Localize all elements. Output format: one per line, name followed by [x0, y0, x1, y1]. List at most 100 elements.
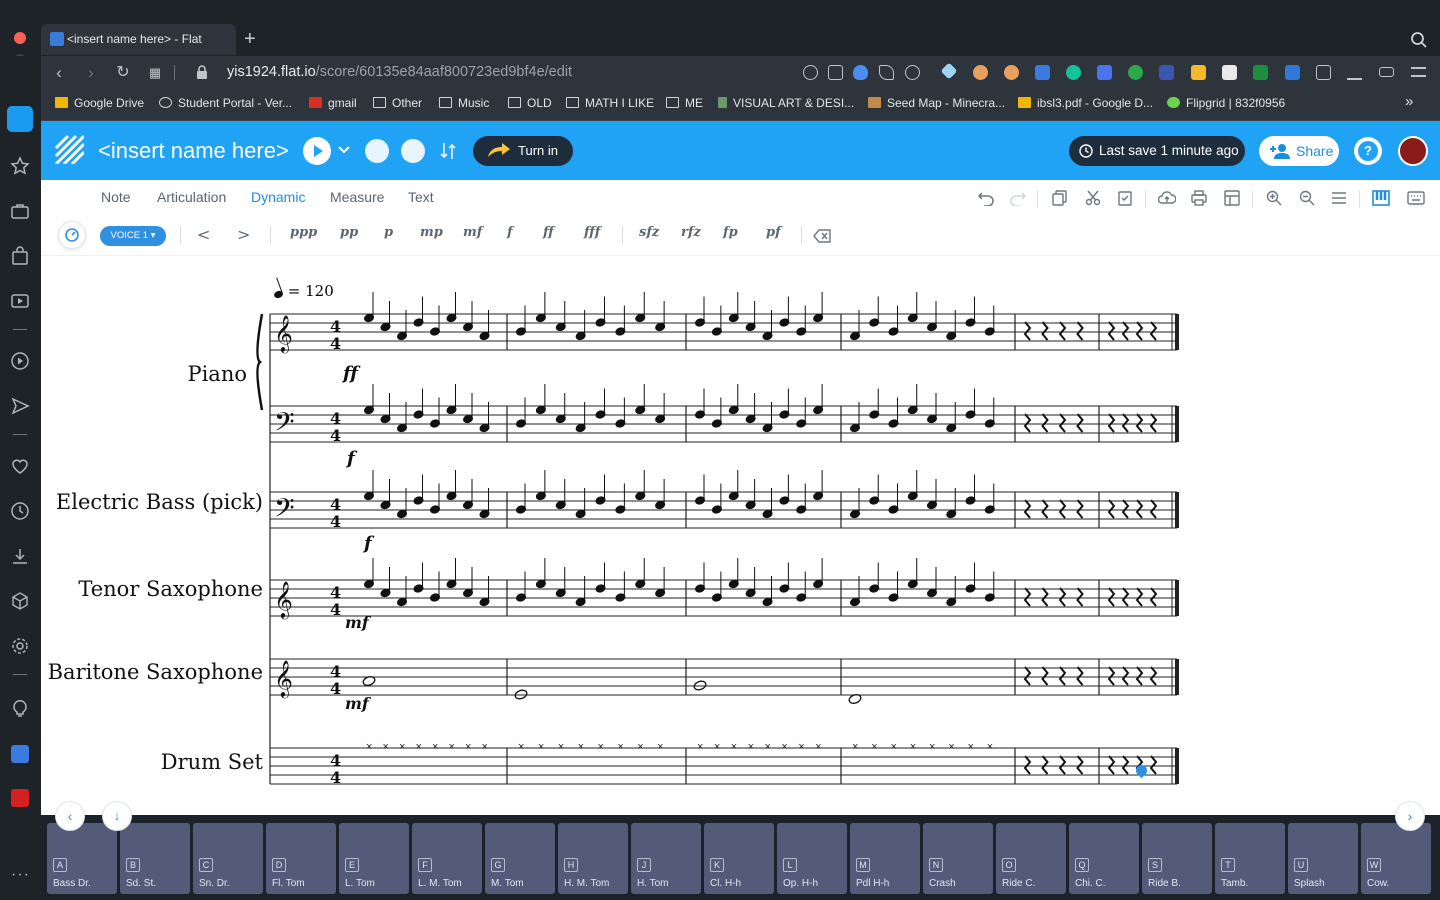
bookmark-folder[interactable]: MATH I LIKE	[566, 96, 654, 110]
dynamic-mark-ff[interactable]: ff	[343, 363, 358, 384]
settings-gear-icon[interactable]	[10, 636, 30, 656]
drum-key[interactable]: D Fl. Tom	[266, 823, 336, 894]
bookmark-item[interactable]: ibsl3.pdf - Google D...	[1018, 96, 1153, 110]
drum-key[interactable]: A Bass Dr.	[47, 823, 117, 894]
dynamic-mark-f[interactable]: f	[364, 533, 372, 554]
cloud-upload-icon[interactable]	[1158, 190, 1176, 206]
tab-search-icon[interactable]	[1410, 31, 1428, 49]
dynamic-mf-button[interactable]: mf	[463, 225, 482, 240]
menu-icon[interactable]	[1411, 67, 1426, 77]
diamond-extension-icon[interactable]	[940, 62, 958, 80]
bookmark-item[interactable]: Student Portal - Ver...	[159, 96, 292, 110]
drum-key[interactable]: Q Chi. C.	[1069, 823, 1139, 894]
copy-icon[interactable]	[1052, 190, 1068, 206]
pad-next-button[interactable]: ›	[1395, 801, 1425, 831]
thumbs-up-icon[interactable]	[1191, 65, 1206, 80]
drum-key[interactable]: O Ride C.	[996, 823, 1066, 894]
send-icon[interactable]	[879, 65, 894, 80]
dynamic-mp-button[interactable]: mp	[420, 225, 443, 240]
shield-icon[interactable]	[853, 65, 868, 80]
bookmark-folder[interactable]: ME	[666, 96, 703, 110]
dynamic-f-button[interactable]: f	[507, 225, 513, 240]
extension-face-icon-2[interactable]	[1004, 65, 1019, 80]
player-icon[interactable]	[10, 351, 30, 371]
delete-dynamic-icon[interactable]	[813, 229, 831, 243]
audio-extension-icon[interactable]	[1097, 65, 1112, 80]
drum-key[interactable]: S Ride B.	[1142, 823, 1212, 894]
tab-measure[interactable]: Measure	[330, 189, 384, 205]
tab-grid-icon[interactable]: ▦	[143, 56, 167, 89]
flat-logo-icon[interactable]	[54, 134, 84, 164]
search-icon[interactable]	[803, 65, 818, 80]
camera-icon[interactable]	[828, 65, 843, 80]
dynamic-p-button[interactable]: p	[384, 225, 393, 240]
heart-icon[interactable]	[10, 456, 30, 476]
user-avatar[interactable]	[1398, 136, 1428, 166]
forward-button[interactable]: ›	[79, 56, 103, 89]
instrument-name-piano[interactable]: Piano	[187, 362, 247, 386]
view-list-icon[interactable]	[1331, 190, 1347, 206]
bookmark-folder[interactable]: Other	[373, 96, 422, 110]
chevron-down-icon[interactable]	[338, 145, 350, 155]
drum-key[interactable]: E L. Tom	[339, 823, 409, 894]
drum-key[interactable]: N Crash	[923, 823, 993, 894]
back-button[interactable]: ‹	[47, 56, 71, 89]
browser-tab[interactable]: <insert name here> - Flat	[41, 24, 236, 55]
dynamic-pp-button[interactable]: pp	[340, 225, 358, 240]
translate-app-icon[interactable]	[11, 745, 29, 763]
drum-key[interactable]: T Tamb.	[1215, 823, 1285, 894]
transpose-icon[interactable]	[439, 141, 457, 161]
keyboard-icon[interactable]	[1407, 191, 1425, 205]
briefcase-icon[interactable]	[10, 201, 30, 221]
send-icon[interactable]	[10, 396, 30, 416]
drum-key[interactable]: K Cl. H-h	[704, 823, 774, 894]
cut-icon[interactable]	[1085, 190, 1101, 206]
dynamic-rfz-button[interactable]: rfz	[681, 225, 701, 240]
tempo-marking[interactable]: = 120	[273, 277, 334, 300]
address-bar[interactable]: yis1924.flat.io/score/60135e84aaf800723e…	[227, 64, 572, 80]
dynamic-ppp-button[interactable]: ppp	[290, 225, 317, 240]
extension-face-icon[interactable]	[973, 65, 988, 80]
pad-prev-button[interactable]: ‹	[55, 801, 85, 831]
star-extension-icon[interactable]	[1159, 65, 1174, 80]
lightbulb-icon[interactable]	[10, 698, 30, 718]
shopping-bag-icon[interactable]	[10, 246, 30, 266]
instrument-name-tenor-sax[interactable]: Tenor Saxophone	[78, 577, 263, 601]
home-icon[interactable]	[7, 106, 33, 132]
lock-icon[interactable]	[196, 65, 208, 80]
bookmark-folder[interactable]: OLD	[508, 96, 552, 110]
piano-panel-icon[interactable]	[1372, 190, 1390, 206]
bookmark-item[interactable]: gmail	[309, 96, 357, 110]
score-sheet[interactable]: 𝄞 4 4 𝄢 4 4 𝄢 4 4 𝄞 4 4 𝄞 4 4 4 4 × × × × × × × × × × × × × × × × × × × × × × ×…	[41, 256, 1440, 815]
layout-icon[interactable]	[1224, 190, 1240, 206]
turn-in-button[interactable]: Turn in	[473, 136, 573, 166]
drum-key[interactable]: B Sd. St.	[120, 823, 190, 894]
heart-icon[interactable]	[905, 65, 920, 80]
star-icon[interactable]	[10, 156, 30, 176]
cube-icon[interactable]	[1316, 65, 1331, 80]
voice-selector[interactable]: VOICE 1 ▾	[100, 226, 166, 246]
close-window-button[interactable]	[14, 32, 26, 44]
redo-icon[interactable]	[1010, 190, 1026, 206]
download-icon[interactable]	[1347, 65, 1362, 80]
video-icon[interactable]	[10, 291, 30, 311]
metronome-icon[interactable]	[365, 139, 389, 163]
collapse-panel-button[interactable]: ↓	[102, 801, 132, 831]
zoom-in-icon[interactable]	[1266, 190, 1282, 206]
paste-icon[interactable]	[1117, 190, 1133, 206]
dynamic-mark-mf[interactable]: mf	[345, 613, 369, 632]
dynamic-mark-mf[interactable]: mf	[345, 694, 369, 713]
crescendo-button[interactable]: <	[197, 225, 210, 244]
grammarly-icon[interactable]	[1066, 65, 1081, 80]
dynamic-sfz-button[interactable]: sfz	[639, 225, 659, 240]
score-canvas[interactable]: 𝄞 44𝄢 44𝄢 44𝄞 44𝄞 4444× × × × × × × × × × × × × × × × × × × × × × ×…	[41, 256, 1440, 815]
tab-articulation[interactable]: Articulation	[157, 189, 226, 205]
bookmark-folder[interactable]: Music	[439, 96, 489, 110]
speed-tool-icon[interactable]	[58, 221, 86, 249]
drum-key[interactable]: J H. Tom	[631, 823, 701, 894]
new-tab-button[interactable]: +	[244, 28, 256, 51]
dynamic-mark-f[interactable]: f	[347, 448, 355, 469]
drum-key[interactable]: W Cow.	[1361, 823, 1431, 894]
last-save-status[interactable]: Last save 1 minute ago	[1069, 136, 1245, 166]
youtube-app-icon[interactable]	[11, 789, 29, 807]
